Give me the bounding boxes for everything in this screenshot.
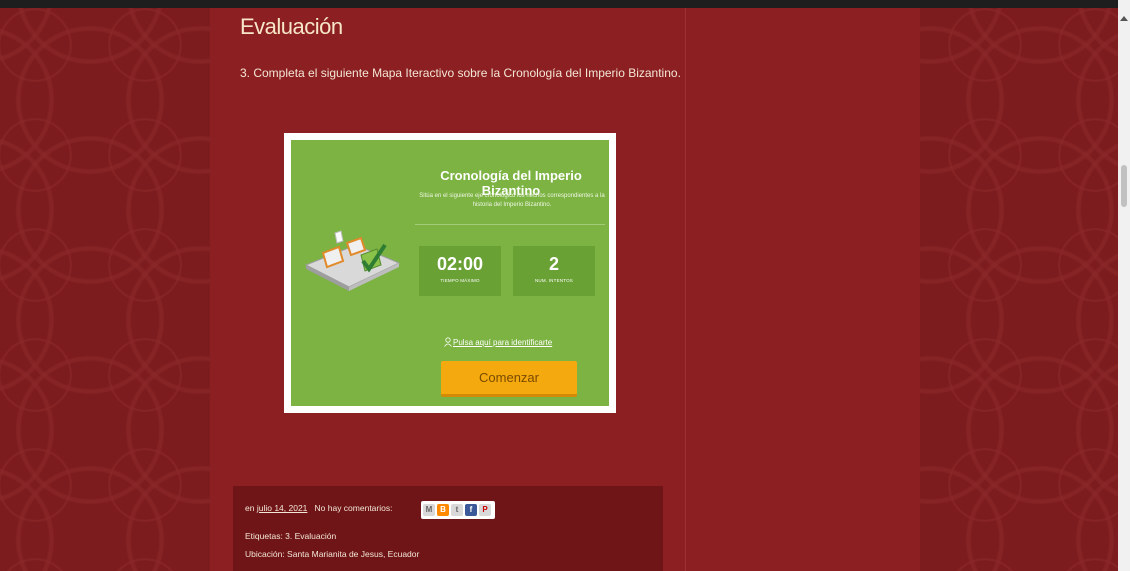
post-title[interactable]: Evaluación bbox=[240, 14, 343, 40]
post-location: Ubicación: Santa Marianita de Jesus, Ecu… bbox=[245, 549, 419, 559]
activity-panel: Cronología del Imperio Bizantino Sitúa e… bbox=[291, 140, 609, 406]
divider bbox=[415, 224, 605, 225]
identify-link[interactable]: Pulsa aquí para identificarte bbox=[453, 338, 552, 347]
background-pattern-right bbox=[920, 0, 1118, 571]
sidebar-divider bbox=[685, 8, 686, 571]
attempts-box: 2 NUM. INTENTOS bbox=[513, 246, 595, 296]
scroll-up-arrow[interactable] bbox=[1120, 16, 1128, 21]
scrollbar-thumb[interactable] bbox=[1121, 165, 1127, 207]
share-bar: M B t f P bbox=[421, 501, 495, 519]
blog-icon[interactable]: B bbox=[437, 504, 449, 516]
post-meta: en julio 14, 2021 No hay comentarios: bbox=[245, 503, 392, 513]
timeline-map-icon bbox=[304, 230, 401, 291]
background-pattern-left bbox=[0, 0, 210, 571]
facebook-icon[interactable]: f bbox=[465, 504, 477, 516]
activity-description: Sitúa en el siguiente eje cronológico lo… bbox=[419, 193, 605, 208]
max-time-box: 02:00 TIEMPO MÁXIMO bbox=[419, 246, 501, 296]
email-icon[interactable]: M bbox=[423, 504, 435, 516]
post-body-text: 3. Completa el siguiente Mapa Iteractivo… bbox=[240, 66, 681, 80]
top-bar bbox=[0, 0, 1130, 8]
post-labels: Etiquetas: 3. Evaluación bbox=[245, 531, 336, 541]
start-button[interactable]: Comenzar bbox=[441, 361, 577, 397]
date-prefix: en bbox=[245, 503, 255, 513]
labels-text[interactable]: Etiquetas: 3. Evaluación bbox=[245, 531, 336, 541]
pinterest-icon[interactable]: P bbox=[479, 504, 491, 516]
attempts-label: NUM. INTENTOS bbox=[534, 278, 574, 283]
max-time-value: 02:00 bbox=[436, 254, 484, 274]
max-time-label: TIEMPO MÁXIMO bbox=[440, 278, 480, 283]
user-icon bbox=[444, 337, 452, 347]
twitter-icon[interactable]: t bbox=[451, 504, 463, 516]
embedded-activity-frame: Cronología del Imperio Bizantino Sitúa e… bbox=[284, 133, 616, 413]
attempts-value: 2 bbox=[548, 254, 559, 274]
post-date-link[interactable]: julio 14, 2021 bbox=[257, 503, 308, 513]
location-text[interactable]: Ubicación: Santa Marianita de Jesus, Ecu… bbox=[245, 549, 419, 559]
scrollbar[interactable] bbox=[1118, 0, 1130, 571]
comments-link[interactable]: No hay comentarios: bbox=[315, 503, 393, 513]
